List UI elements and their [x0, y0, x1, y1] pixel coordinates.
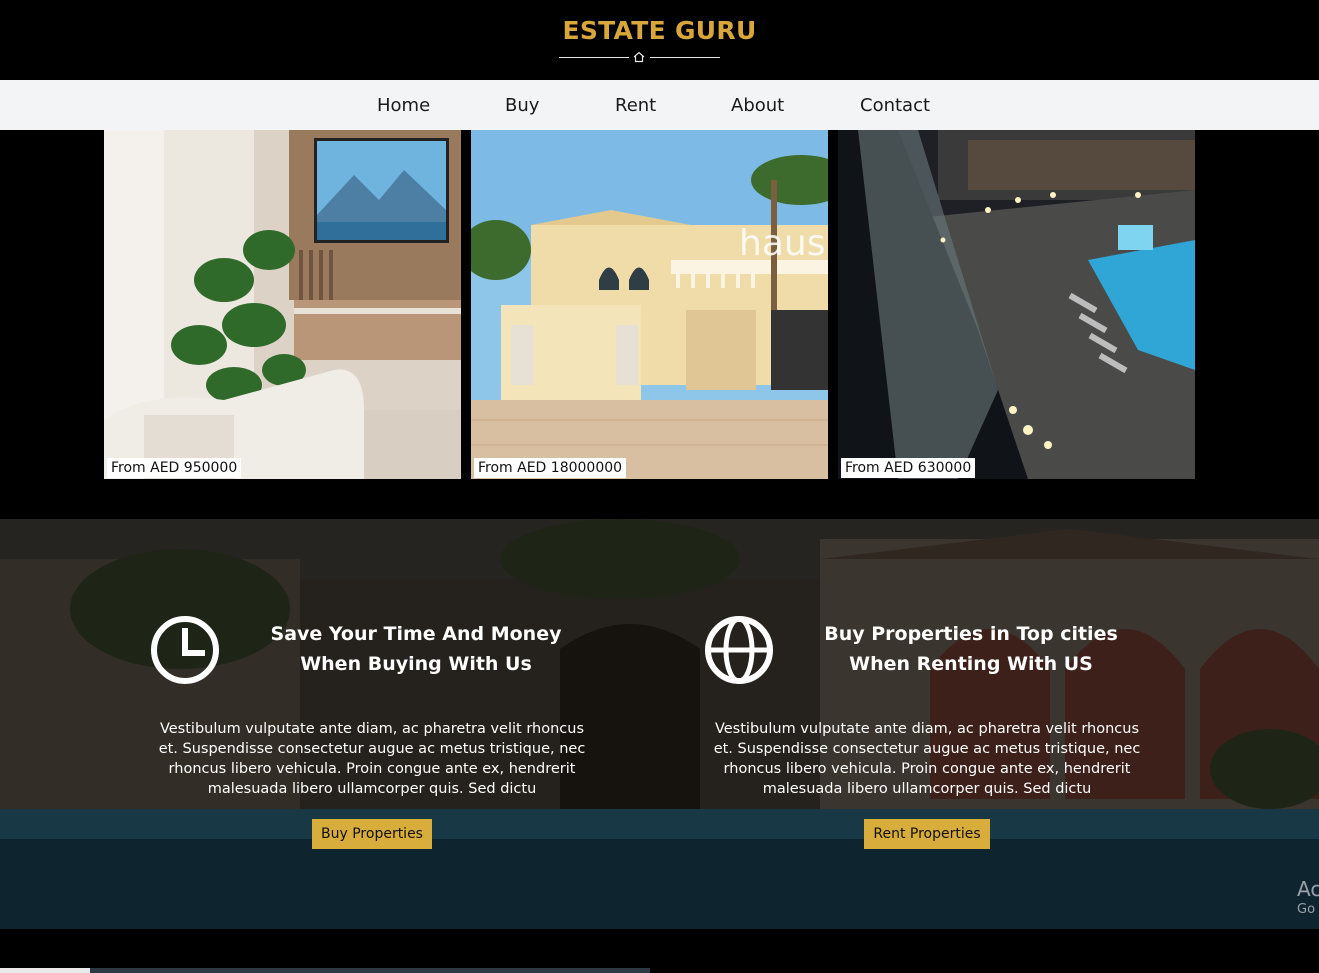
nav-rent[interactable]: Rent: [615, 95, 656, 116]
rooftop-pool-night-photo: [838, 130, 1195, 479]
brand-divider-right: [650, 57, 720, 58]
feature-text: Vestibulum vulputate ante diam, ac phare…: [713, 721, 1141, 797]
main-nav: Home Buy Rent About Contact: [0, 80, 1319, 130]
globe-icon: [705, 616, 773, 684]
nav-contact[interactable]: Contact: [860, 95, 930, 116]
site-header: ESTATE GURU: [0, 0, 1319, 80]
listing-price: From AED 18000000: [474, 458, 627, 478]
nav-home[interactable]: Home: [377, 95, 430, 116]
feature-title: Buy Properties in Top cities When Rentin…: [824, 623, 1118, 675]
features-section: Save Your Time And Money When Buying Wit…: [0, 519, 1319, 929]
listing-card[interactable]: haus From AED 18000000: [471, 130, 828, 479]
home-icon: [633, 51, 645, 63]
activation-watermark-subtitle: Go: [1297, 902, 1316, 917]
villa-exterior-photo: haus: [471, 130, 828, 479]
buy-properties-button[interactable]: Buy Properties: [312, 819, 432, 849]
listing-card[interactable]: From AED 630000: [838, 130, 1195, 479]
listing-price: From AED 950000: [107, 458, 242, 478]
listing-price: From AED 630000: [841, 458, 976, 478]
clock-icon: [151, 616, 219, 684]
brand-title[interactable]: ESTATE GURU: [0, 16, 1319, 45]
living-room-photo: [104, 130, 461, 479]
rent-properties-button[interactable]: Rent Properties: [864, 819, 990, 849]
nav-about[interactable]: About: [731, 95, 784, 116]
feature-title: Save Your Time And Money When Buying Wit…: [270, 623, 562, 675]
brand-divider-left: [559, 57, 629, 58]
footer-edge-light: [0, 968, 90, 973]
listing-card[interactable]: From AED 950000: [104, 130, 461, 479]
feature-text: Vestibulum vulputate ante diam, ac phare…: [158, 721, 586, 797]
nav-buy[interactable]: Buy: [505, 95, 539, 116]
activation-watermark-title: Ac: [1297, 877, 1319, 901]
footer-edge-dark: [90, 968, 650, 973]
svg-text:haus: haus: [739, 223, 825, 264]
